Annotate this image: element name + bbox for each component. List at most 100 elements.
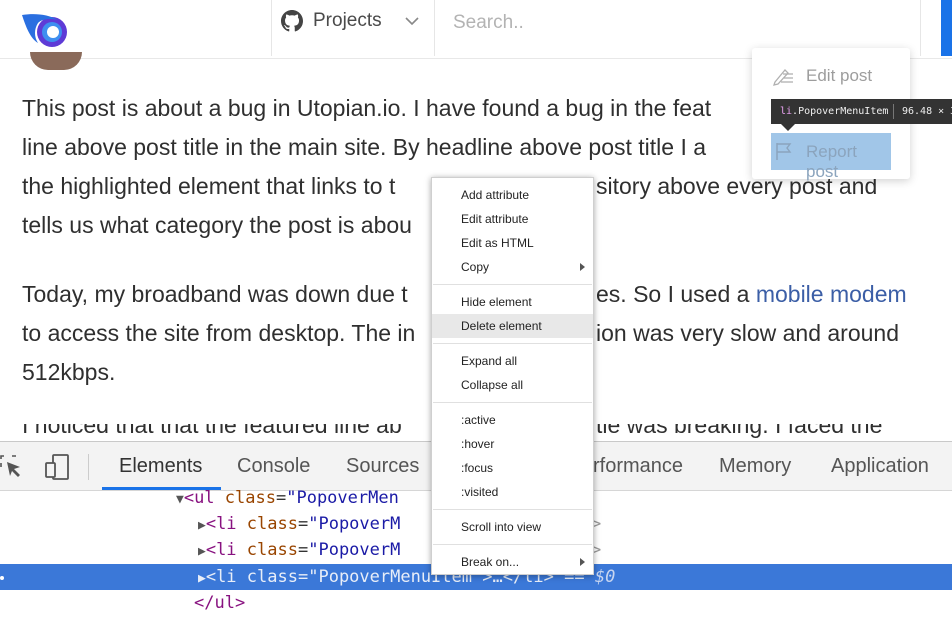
flag-icon [776,143,792,160]
submenu-arrow-icon [580,263,585,271]
menu-item-label: :visited [461,485,499,499]
tab-memory[interactable]: Memory [719,455,791,478]
menu-item-label: :hover [461,437,495,451]
menu-item-label: Edit as HTML [461,236,534,250]
tab-sources[interactable]: Sources [346,455,419,478]
collapse-triangle-icon[interactable]: ▼ [176,492,184,507]
report-post-item[interactable]: Report post [771,133,891,181]
context-menu: Add attribute Edit attribute Edit as HTM… [431,177,594,575]
mobile-modem-link[interactable]: mobile modem [756,281,907,307]
tooltip-tag: li [780,106,793,117]
dom-attr-name: class [224,488,276,508]
dom-tag: <ul [183,488,215,508]
menu-item-break-on[interactable]: Break on... [432,550,593,574]
menu-item-copy[interactable]: Copy [432,255,593,279]
inspect-element-icon[interactable] [0,455,24,479]
article-paragraph-line: 512kbps. [22,359,116,385]
expand-triangle-icon[interactable]: ▶ [198,571,206,586]
menu-separator [433,284,592,285]
menu-item-label: Add attribute [461,188,530,202]
menu-item-hide-element[interactable]: Hide element [432,290,593,314]
tab-performance[interactable]: rformance [593,455,683,478]
menu-item-label: Break on... [461,555,520,569]
submenu-arrow-icon [580,558,585,566]
github-icon [281,10,303,32]
menu-item-collapse-all[interactable]: Collapse all [432,373,593,397]
menu-item-force-focus[interactable]: :focus [432,456,593,480]
dom-attr-name: class [246,514,298,534]
article-paragraph-line: tells us what category the post is abou [22,212,412,238]
menu-item-label: :active [461,413,496,427]
article-paragraph-line: to access the site from desktop. The in [22,320,416,346]
dom-attr-value: "PopoverM [308,514,401,534]
menu-separator [433,343,592,344]
menu-separator [433,402,592,403]
tooltip-arrow [781,124,795,131]
menu-item-scroll-into-view[interactable]: Scroll into view [432,515,593,539]
dom-attr-value: "PopoverMen [286,488,399,508]
projects-label: Projects [313,10,382,31]
dom-node-li[interactable]: ▶<li class="PopoverM [198,511,400,539]
article-paragraph-line: ion was very slow and around [596,320,899,346]
projects-dropdown[interactable]: Projects [271,0,435,56]
menu-item-label: :focus [461,461,494,475]
article-paragraph-line: Today, my broadband was down due t [22,281,408,307]
menu-item-label: Expand all [461,354,518,368]
selection-dot [0,576,4,580]
toolbar-divider [88,454,89,480]
tab-elements[interactable]: Elements [102,442,221,490]
dom-attr-name: class [246,540,298,560]
dom-attr-name: class [246,567,298,587]
tooltip-class: .PopoverMenuItem [792,106,889,117]
menu-item-force-visited[interactable]: :visited [432,480,593,504]
device-toolbar-icon[interactable] [44,453,70,481]
menu-separator [433,509,592,510]
menu-item-label: Delete element [461,319,542,333]
menu-item-force-active[interactable]: :active [432,408,593,432]
menu-item-label: Copy [461,260,490,274]
menu-item-expand-all[interactable]: Expand all [432,349,593,373]
article-paragraph-line: the highlighted element that links to t [22,173,396,199]
tab-application[interactable]: Application [831,455,929,478]
menu-item-label: Scroll into view [461,520,542,534]
tab-elements-label: Elements [119,455,203,477]
pencil-icon [773,69,793,86]
dom-tag: <li [205,567,237,587]
dom-node-li[interactable]: ▶<li class="PopoverM [198,537,400,565]
edit-post-item[interactable]: Edit post [772,62,892,92]
menu-item-label: Hide element [461,295,532,309]
edit-post-label: Edit post [806,66,873,85]
menu-separator [433,544,592,545]
menu-item-edit-attribute[interactable]: Edit attribute [432,207,593,231]
tooltip-size: 96.48 × 36 [902,106,952,117]
article-paragraph-line: This post is about a bug in Utopian.io. … [22,95,712,121]
article-text-fragment: es. So I used a [596,281,756,307]
report-post-label: Report post [806,142,858,181]
dom-tag: <li [205,540,237,560]
dom-attr-value: "PopoverM [308,540,401,560]
element-inspect-tooltip: li.PopoverMenuItem 96.48 × 36 [771,99,952,124]
dom-console-ref: $0 [594,567,616,587]
dom-node-ul[interactable]: ▼<ul class="PopoverMen [176,485,399,513]
menu-item-edit-as-html[interactable]: Edit as HTML [432,231,593,255]
tab-console[interactable]: Console [237,455,310,478]
search-placeholder: Search.. [453,12,524,33]
author-avatar[interactable] [30,52,82,70]
article-paragraph-line: line above post title in the main site. … [22,134,707,160]
expand-triangle-icon[interactable]: ▶ [198,544,206,559]
article-paragraph-line: tle was breaking. I faced the [596,424,882,442]
menu-item-label: Collapse all [461,378,524,392]
menu-item-delete-element[interactable]: Delete element [432,314,593,338]
article-text-fragment: I noticed that that the featured line ab [22,424,402,438]
utopian-logo-icon[interactable] [20,11,72,51]
article-text-fragment: tle was breaking. I faced the [596,424,883,438]
menu-item-label: Edit attribute [461,212,529,226]
dom-tag: <li [205,514,237,534]
article-paragraph-line: es. So I used a mobile modem [596,275,907,314]
menu-item-force-hover[interactable]: :hover [432,432,593,456]
expand-triangle-icon[interactable]: ▶ [198,518,206,533]
chevron-down-icon [405,17,419,26]
menu-item-add-attribute[interactable]: Add attribute [432,183,593,207]
dom-node-ul-close[interactable]: </ul> [194,590,245,616]
article-paragraph-line: I noticed that that the featured line ab [22,424,432,442]
